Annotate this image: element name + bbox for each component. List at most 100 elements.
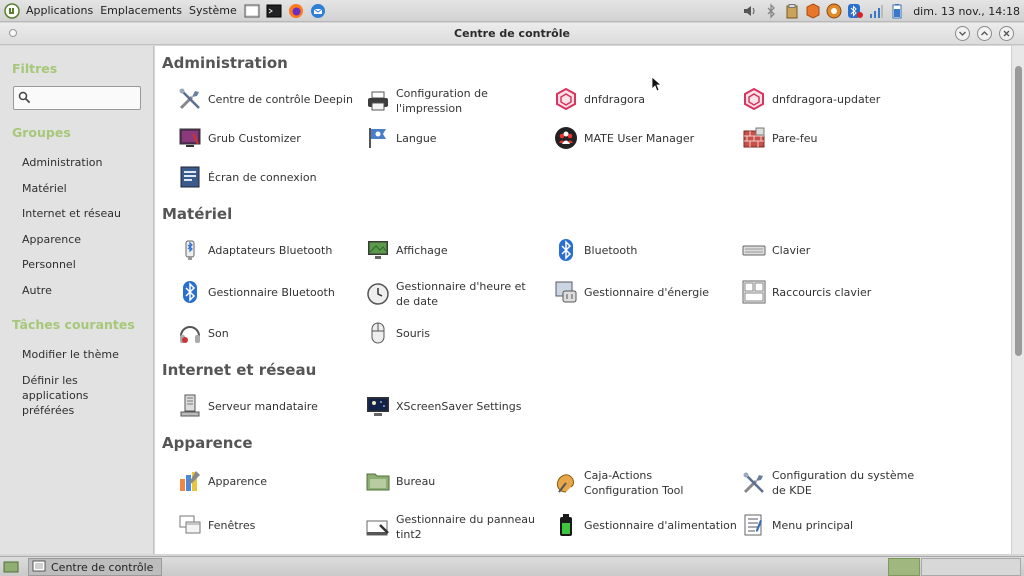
clock[interactable]: dim. 13 nov., 14:18 [913, 5, 1020, 18]
item-bluetooth[interactable]: Bluetooth [553, 237, 738, 263]
workspace-switcher-active[interactable] [888, 558, 920, 576]
item-label: dnfdragora [584, 92, 646, 106]
item-apparence[interactable]: Apparence [177, 468, 362, 494]
item-power-manager[interactable]: Gestionnaire d'énergie [553, 279, 738, 305]
item-grub-customizer[interactable]: Grub Customizer [177, 125, 362, 151]
close-button[interactable] [999, 26, 1014, 41]
item-langue[interactable]: Langue [365, 125, 550, 151]
sidebar-item-administration[interactable]: Administration [22, 155, 103, 170]
section-title-internet: Internet et réseau [162, 361, 317, 379]
item-tint2[interactable]: Gestionnaire du panneau tint2 [365, 512, 550, 542]
maximize-button[interactable] [977, 26, 992, 41]
item-son[interactable]: Son [177, 320, 362, 346]
menu-emplacements[interactable]: Emplacements [100, 4, 182, 17]
bluetooth-icon [177, 279, 203, 305]
task-preferred-apps[interactable]: Définir les applications préférées [22, 373, 142, 418]
system-tray: dim. 13 nov., 14:18 [737, 0, 1020, 22]
terminal-icon[interactable] [244, 3, 260, 19]
item-label: Bureau [396, 474, 436, 488]
sidebar: Filtres Groupes Administration Matériel … [0, 46, 154, 554]
mouse-cursor-icon [651, 76, 663, 95]
menu-editor-icon [741, 512, 767, 538]
signal-icon[interactable] [868, 3, 884, 19]
item-bluetooth-manager[interactable]: Gestionnaire Bluetooth [177, 279, 362, 305]
keyboard-icon [741, 237, 767, 263]
item-kde-config[interactable]: Configuration du système de KDE [741, 468, 926, 498]
item-fenetres[interactable]: Fenêtres [177, 512, 362, 538]
bottom-panel: Centre de contrôle [0, 556, 1024, 576]
item-label: MATE User Manager [584, 131, 695, 145]
item-label: Langue [396, 131, 437, 145]
top-panel: Applications Emplacements Système dim. 1… [0, 0, 1024, 22]
firefox-icon[interactable] [288, 3, 304, 19]
sidebar-item-internet[interactable]: Internet et réseau [22, 206, 121, 221]
volume-icon[interactable] [742, 3, 758, 19]
package-icon[interactable] [805, 3, 821, 19]
item-label: Souris [396, 326, 430, 340]
windows-icon [177, 512, 203, 538]
menu-systeme[interactable]: Système [189, 4, 237, 17]
terminal-icon[interactable] [266, 3, 282, 19]
item-dnfdragora[interactable]: dnfdragora [553, 86, 738, 112]
item-main-menu[interactable]: Menu principal [741, 512, 926, 538]
thunderbird-icon[interactable] [310, 3, 326, 19]
sidebar-item-personnel[interactable]: Personnel [22, 257, 76, 272]
item-bureau[interactable]: Bureau [365, 468, 550, 494]
printer-icon [365, 88, 391, 114]
sidebar-item-materiel[interactable]: Matériel [22, 181, 67, 196]
item-label: Configuration de l'impression [396, 87, 488, 115]
window-titlebar[interactable]: Centre de contrôle [0, 23, 1024, 45]
item-label: Grub Customizer [208, 131, 301, 145]
item-xscreensaver[interactable]: XScreenSaver Settings [365, 393, 550, 419]
item-dnfdragora-updater[interactable]: dnfdragora-updater [741, 86, 926, 112]
scrollbar-thumb[interactable] [1015, 66, 1022, 356]
item-bluetooth-adapters[interactable]: Adaptateurs Bluetooth [177, 237, 362, 263]
item-label: Menu principal [772, 518, 854, 532]
task-modify-theme[interactable]: Modifier le thème [22, 347, 119, 362]
battery-icon[interactable] [889, 3, 905, 19]
flag-icon [365, 125, 391, 151]
desktop-folder-icon [365, 468, 391, 494]
item-print-config[interactable]: Configuration de l'impression [365, 86, 550, 116]
item-login-screen[interactable]: Écran de connexion [177, 164, 362, 190]
filters-heading: Filtres [12, 61, 58, 76]
item-pare-feu[interactable]: Pare-feu [741, 125, 926, 151]
item-label: Gestionnaire du panneau tint2 [396, 513, 536, 541]
vertical-scrollbar[interactable] [1011, 46, 1024, 554]
item-affichage[interactable]: Affichage [365, 237, 550, 263]
bluetooth-disabled-icon[interactable] [847, 3, 864, 19]
item-label: Caja-Actions Configuration Tool [584, 469, 684, 497]
proxy-server-icon [177, 393, 203, 419]
main-content: Administration Centre de contrôle Deepin… [155, 46, 1011, 554]
item-time-date[interactable]: Gestionnaire d'heure et de date [365, 279, 550, 309]
headphones-icon [177, 320, 203, 346]
bluetooth-icon[interactable] [763, 3, 779, 19]
item-mate-user-manager[interactable]: MATE User Manager [553, 125, 738, 151]
taskbar-button[interactable]: Centre de contrôle [28, 558, 162, 576]
item-keyboard-shortcuts[interactable]: Raccourcis clavier [741, 279, 926, 305]
caja-actions-icon [553, 470, 579, 496]
item-proxy[interactable]: Serveur mandataire [177, 393, 362, 419]
minimize-button[interactable] [955, 26, 970, 41]
item-deepin-control-center[interactable]: Centre de contrôle Deepin [177, 86, 362, 112]
taskbar-label: Centre de contrôle [51, 560, 154, 574]
show-desktop-icon[interactable] [3, 559, 19, 575]
update-icon[interactable] [826, 3, 842, 19]
item-caja-actions[interactable]: Caja-Actions Configuration Tool [553, 468, 738, 498]
bluetooth-icon [553, 237, 579, 263]
sidebar-item-autre[interactable]: Autre [22, 283, 52, 298]
clipboard-icon[interactable] [784, 3, 800, 19]
item-label: Gestionnaire d'heure et de date [396, 280, 526, 308]
mint-menu-icon[interactable] [4, 2, 20, 19]
item-power-manager-alt[interactable]: Gestionnaire d'alimentation [553, 512, 738, 538]
menu-applications[interactable]: Applications [26, 4, 93, 17]
workspace-switcher[interactable] [921, 558, 1021, 576]
sidebar-item-apparence[interactable]: Apparence [22, 232, 81, 247]
screensaver-icon [365, 393, 391, 419]
search-input[interactable] [13, 86, 141, 110]
groups-heading: Groupes [12, 125, 71, 140]
item-label: Gestionnaire Bluetooth [208, 285, 335, 299]
item-label: Configuration du système de KDE [772, 469, 915, 497]
item-clavier[interactable]: Clavier [741, 237, 926, 263]
item-souris[interactable]: Souris [365, 320, 550, 346]
